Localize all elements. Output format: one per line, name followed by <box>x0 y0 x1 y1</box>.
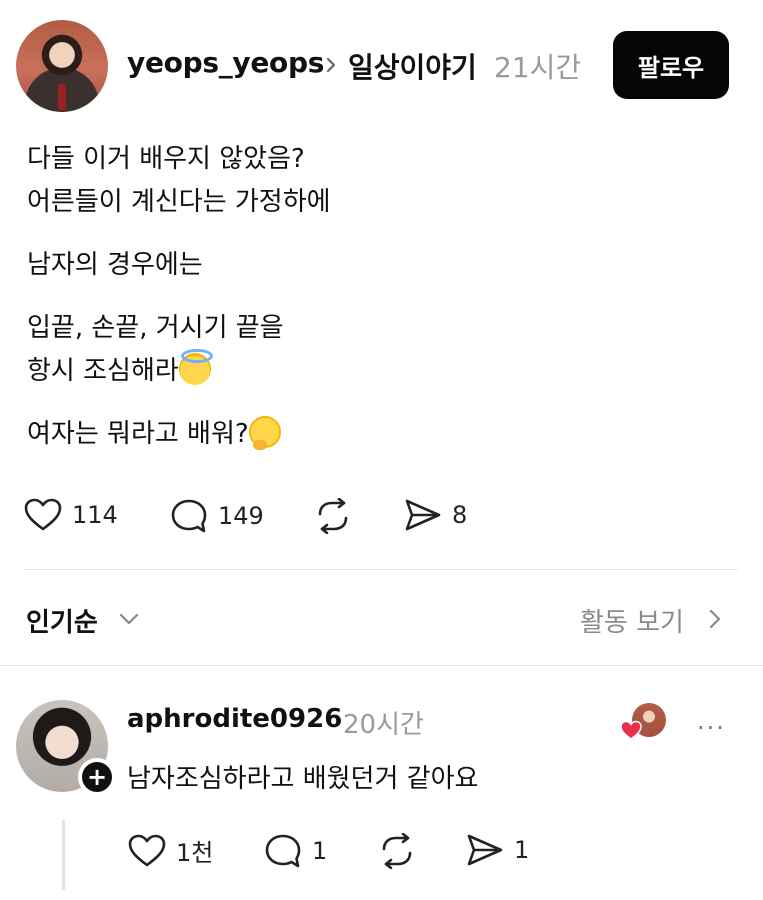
chevron-down-icon[interactable] <box>118 610 140 628</box>
sort-dropdown[interactable]: 인기순 <box>26 602 98 639</box>
reply-username[interactable]: aphrodite0926 <box>127 704 342 734</box>
comment-icon <box>265 834 301 868</box>
comment-button[interactable]: 149 <box>170 498 264 534</box>
share-icon <box>405 499 441 531</box>
share-button[interactable]: 8 <box>404 498 467 532</box>
post-line: 어른들이 계신다는 가정하에 <box>27 187 331 217</box>
like-button[interactable]: 114 <box>24 498 118 532</box>
like-count: 114 <box>72 501 118 529</box>
post-paragraph: 여자는 뭐라고 배워? <box>27 413 737 456</box>
more-options-button[interactable]: ··· <box>697 716 726 740</box>
reply-like-button[interactable]: 1천 <box>128 833 213 868</box>
topic-tag[interactable]: 일상이야기 <box>348 46 477 86</box>
reply-comment-count: 1 <box>312 837 328 865</box>
post-actions: 114 149 8 <box>24 498 624 538</box>
divider <box>0 665 763 666</box>
post-text: 항시 조심해라 <box>27 356 179 386</box>
post-line: 여자는 뭐라고 배워? <box>27 413 737 456</box>
comment-icon <box>171 499 207 533</box>
post-timestamp: 21시간 <box>494 51 582 84</box>
post-header: yeops_yeops 일상이야기 21시간 팔로우 <box>0 0 763 115</box>
chevron-right-icon[interactable] <box>708 608 722 630</box>
heart-icon <box>620 720 642 740</box>
repost-button[interactable] <box>314 498 352 534</box>
post-line: 남자의 경우에는 <box>27 250 203 280</box>
thread-line <box>62 820 65 890</box>
post-paragraph: 입끝, 손끝, 거시기 끝을 항시 조심해라 <box>27 307 737 393</box>
heart-icon <box>24 498 62 531</box>
post-paragraph: 남자의 경우에는 <box>27 244 737 287</box>
reply-repost-button[interactable] <box>378 833 416 869</box>
post-line: 항시 조심해라 <box>27 349 737 393</box>
reply-actions: 1천 1 1 <box>128 833 548 873</box>
divider <box>24 569 738 570</box>
reply-text: 남자조심하라고 배웠던거 같아요 <box>127 764 479 794</box>
post-body: 다들 이거 배우지 않았음? 어른들이 계신다는 가정하에 남자의 경우에는 입… <box>27 138 737 476</box>
share-icon <box>467 834 503 866</box>
plus-icon[interactable]: + <box>78 758 116 796</box>
comment-count: 149 <box>218 502 264 530</box>
reply-comment-button[interactable]: 1 <box>264 833 327 869</box>
follow-button[interactable]: 팔로우 <box>613 31 729 99</box>
chevron-right-icon <box>326 57 336 73</box>
post-paragraph: 다들 이거 배우지 않았음? 어른들이 계신다는 가정하에 <box>27 138 737 224</box>
heart-icon <box>128 834 166 866</box>
reply-share-button[interactable]: 1 <box>466 833 529 867</box>
thinking-face-icon <box>248 416 281 450</box>
reply-like-count: 1천 <box>176 839 214 867</box>
view-activity-link[interactable]: 활동 보기 <box>580 602 684 639</box>
reply-timestamp: 20시간 <box>343 710 424 740</box>
post-text: 여자는 뭐라고 배워? <box>27 419 249 449</box>
smiling-face-with-halo-icon <box>178 349 213 385</box>
post-line: 다들 이거 배우지 않았음? <box>27 144 305 174</box>
repost-icon <box>318 498 348 534</box>
repost-icon <box>382 833 412 869</box>
share-count: 8 <box>452 501 468 529</box>
post-line: 입끝, 손끝, 거시기 끝을 <box>27 313 284 343</box>
author-username[interactable]: yeops_yeops <box>127 46 324 79</box>
author-avatar[interactable] <box>16 20 108 112</box>
reply-share-count: 1 <box>514 836 530 864</box>
